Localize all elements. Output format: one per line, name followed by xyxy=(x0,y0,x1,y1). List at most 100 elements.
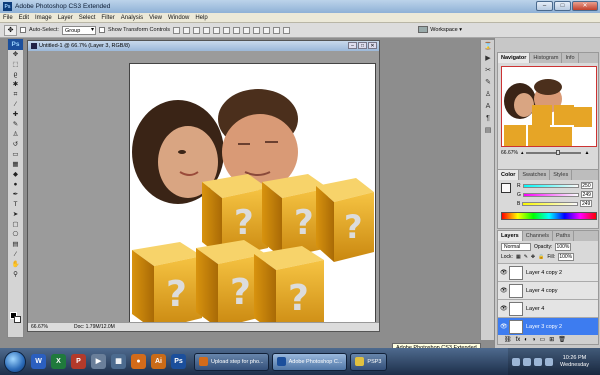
align-left-icon[interactable] xyxy=(203,26,211,34)
document-title-bar[interactable]: Untitled-1 @ 66.7% (Layer 3, RGB/8) xyxy=(28,41,379,51)
red-slider[interactable] xyxy=(522,183,579,188)
distribute-middle-icon[interactable] xyxy=(243,26,251,34)
task-psp3[interactable]: PSP3 xyxy=(350,352,387,371)
tab-histogram[interactable]: Histogram xyxy=(530,53,563,63)
doc-close-button[interactable]: ✕ xyxy=(368,42,377,49)
menu-filter[interactable]: Filter xyxy=(101,15,114,21)
color-spectrum-bar[interactable] xyxy=(501,212,597,220)
lock-all-icon[interactable]: 🔒 xyxy=(538,254,544,260)
lasso-tool-icon[interactable]: ϱ xyxy=(8,70,23,80)
maximize-button[interactable]: □ xyxy=(554,1,571,11)
photoshop-icon[interactable]: Ps xyxy=(171,354,186,369)
notes-tool-icon[interactable]: ▤ xyxy=(8,240,23,250)
blue-value[interactable]: 249 xyxy=(580,200,593,207)
illustrator-icon[interactable]: Ai xyxy=(151,354,166,369)
menu-layer[interactable]: Layer xyxy=(58,15,73,21)
navigator-zoom-slider[interactable] xyxy=(526,150,582,155)
menu-window[interactable]: Window xyxy=(168,15,189,21)
tab-info[interactable]: Info xyxy=(562,53,579,63)
zoom-slider-knob[interactable] xyxy=(556,150,561,155)
canvas[interactable]: ? ? ? ? ? ? xyxy=(129,63,376,331)
doc-maximize-button[interactable]: □ xyxy=(358,42,367,49)
layer-row-selected[interactable]: 👁 Layer 3 copy 2 xyxy=(498,317,598,335)
opacity-field[interactable]: 100% xyxy=(555,243,572,251)
paragraph-panel-icon[interactable]: ¶ xyxy=(482,114,494,124)
navigator-preview[interactable] xyxy=(501,66,597,147)
powerpoint-icon[interactable]: P xyxy=(71,354,86,369)
new-layer-icon[interactable]: ⊞ xyxy=(549,336,554,343)
menu-edit[interactable]: Edit xyxy=(19,15,29,21)
eye-icon[interactable]: 👁 xyxy=(500,323,508,330)
move-tool-preset-icon[interactable]: ✥ xyxy=(4,24,17,36)
menu-help[interactable]: Help xyxy=(195,15,207,21)
brushes-panel-icon[interactable]: ✎ xyxy=(482,78,494,88)
tab-navigator[interactable]: Navigator xyxy=(498,53,531,63)
blue-slider[interactable] xyxy=(522,201,579,206)
tool-presets-panel-icon[interactable]: ✂ xyxy=(482,66,494,76)
eraser-tool-icon[interactable]: ▭ xyxy=(8,150,23,160)
minimize-button[interactable]: – xyxy=(536,1,553,11)
distribute-bottom-icon[interactable] xyxy=(253,26,261,34)
tab-layers[interactable]: Layers xyxy=(498,231,523,241)
layer-style-icon[interactable]: fx xyxy=(516,337,521,343)
marquee-tool-icon[interactable]: ⬚ xyxy=(8,60,23,70)
tab-color[interactable]: Color xyxy=(498,170,520,180)
auto-select-dropdown[interactable]: Group xyxy=(61,25,96,35)
auto-select-checkbox[interactable] xyxy=(20,27,26,33)
lock-brush-icon[interactable]: ✎ xyxy=(524,254,528,260)
fill-field[interactable]: 100% xyxy=(558,253,575,261)
workspace-menu[interactable]: Workspace ▾ xyxy=(418,26,462,33)
eye-icon[interactable]: 👁 xyxy=(500,305,508,312)
align-right-icon[interactable] xyxy=(223,26,231,34)
menu-view[interactable]: View xyxy=(149,15,162,21)
delete-layer-icon[interactable]: 🗑 xyxy=(558,336,566,343)
menu-analysis[interactable]: Analysis xyxy=(121,15,143,21)
magic-wand-tool-icon[interactable]: ✱ xyxy=(8,80,23,90)
distribute-right-icon[interactable] xyxy=(283,26,291,34)
clone-stamp-tool-icon[interactable]: ♙ xyxy=(8,130,23,140)
tab-styles[interactable]: Styles xyxy=(550,170,573,180)
layer-row[interactable]: 👁 Layer 4 copy xyxy=(498,281,598,299)
tab-paths[interactable]: Paths xyxy=(553,231,575,241)
actions-panel-icon[interactable]: ▶ xyxy=(482,54,494,64)
distribute-left-icon[interactable] xyxy=(263,26,271,34)
zoom-in-icon[interactable]: ▲ xyxy=(584,150,589,156)
zoom-out-icon[interactable]: ▴ xyxy=(521,150,524,156)
clone-source-panel-icon[interactable]: ♙ xyxy=(482,90,494,100)
eye-icon[interactable]: 👁 xyxy=(500,287,508,294)
type-tool-icon[interactable]: T xyxy=(8,200,23,210)
network-icon[interactable] xyxy=(534,357,542,366)
media-player-icon[interactable]: ▶ xyxy=(91,354,106,369)
layer-mask-icon[interactable]: ◐ xyxy=(524,337,528,343)
align-center-icon[interactable] xyxy=(213,26,221,34)
eye-icon[interactable]: 👁 xyxy=(500,269,508,276)
distribute-top-icon[interactable] xyxy=(233,26,241,34)
color-foreground-swatch[interactable] xyxy=(501,183,511,193)
eyedropper-tool-icon[interactable]: ⁄ xyxy=(8,100,23,110)
eyedropper2-tool-icon[interactable]: ⁄ xyxy=(8,250,23,260)
align-bottom-icon[interactable] xyxy=(193,26,201,34)
align-top-icon[interactable] xyxy=(173,26,181,34)
dodge-tool-icon[interactable]: ● xyxy=(8,180,23,190)
link-layers-icon[interactable]: ⛓ xyxy=(504,336,512,343)
healing-brush-tool-icon[interactable]: ✚ xyxy=(8,110,23,120)
tab-channels[interactable]: Channels xyxy=(523,231,553,241)
tray-icon-2[interactable] xyxy=(523,357,531,366)
word-icon[interactable]: W xyxy=(31,354,46,369)
brush-tool-icon[interactable]: ✎ xyxy=(8,120,23,130)
layer-comps-panel-icon[interactable]: ▤ xyxy=(482,126,494,136)
align-middle-icon[interactable] xyxy=(183,26,191,34)
lock-move-icon[interactable]: ✥ xyxy=(531,254,535,260)
doc-minimize-button[interactable]: – xyxy=(348,42,357,49)
firefox-icon[interactable]: ● xyxy=(131,354,146,369)
lock-transparency-icon[interactable]: ▦ xyxy=(516,254,521,260)
new-group-icon[interactable]: ▭ xyxy=(540,336,546,343)
shape-tool-icon[interactable]: ▢ xyxy=(8,220,23,230)
blend-mode-dropdown[interactable]: Normal xyxy=(501,243,531,251)
menu-file[interactable]: File xyxy=(3,15,13,21)
history-brush-tool-icon[interactable]: ↺ xyxy=(8,140,23,150)
start-button[interactable] xyxy=(4,350,26,373)
excel-icon[interactable]: X xyxy=(51,354,66,369)
adjustment-layer-icon[interactable]: ◑ xyxy=(532,337,536,343)
menu-select[interactable]: Select xyxy=(79,15,96,21)
